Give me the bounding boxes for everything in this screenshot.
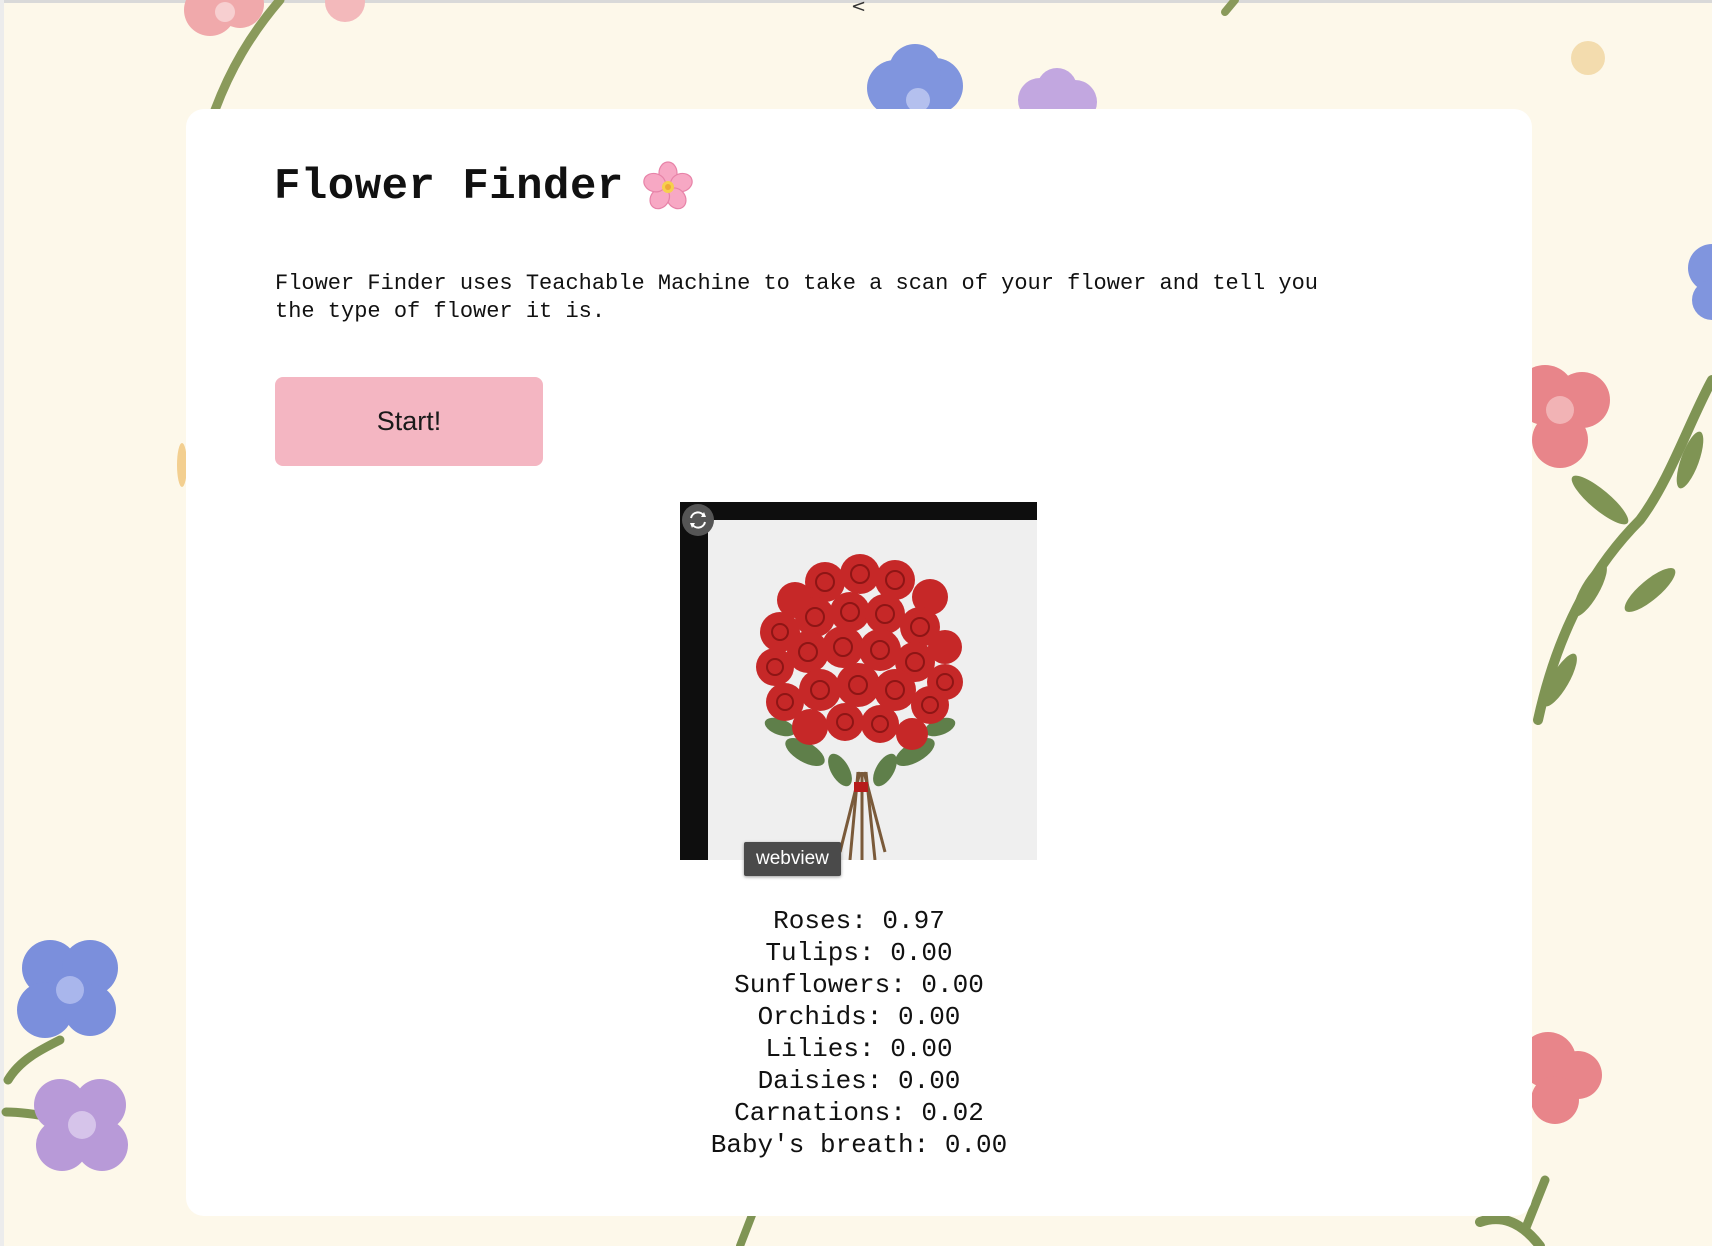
prediction-label: Roses [773,906,852,936]
prediction-row: Carnations: 0.02 [734,1098,984,1128]
stem-decoration [3,1035,65,1085]
prediction-label: Tulips [765,938,859,968]
blue-flower-decoration [1688,244,1712,320]
webview-tag: webview [744,842,841,876]
prediction-row: Tulips: 0.00 [765,938,953,968]
title-text: Flower Finder [274,162,624,212]
prediction-row: Lilies: 0.00 [765,1034,953,1064]
prediction-label: Baby's breath [710,1130,914,1160]
app-description: Flower Finder uses Teachable Machine to … [275,271,1318,324]
stem-decoration [1221,0,1239,16]
prediction-value: 0.00 [921,970,984,1000]
prediction-value: 0.00 [890,1034,953,1064]
prediction-value: 0.02 [921,1098,984,1128]
stem-decoration [736,1211,756,1246]
prediction-label: Daisies [757,1066,867,1096]
main-card: Flower Finder Flower Finder uses Teachab… [186,109,1532,1216]
camera-switch-icon[interactable] [680,502,716,538]
pink-flower-decoration [1520,1032,1602,1124]
prediction-row: Roses: 0.97 [773,906,945,936]
leaf-decoration [1624,568,1676,612]
back-chevron-icon[interactable]: < [851,0,866,17]
pink-flower-decoration [325,0,365,22]
webcam-preview: webview [680,502,1037,876]
prediction-row: Sunflowers: 0.00 [734,970,984,1000]
prediction-label: Sunflowers [734,970,891,1000]
rose-bouquet-image [756,554,963,860]
purple-flower-decoration [34,1079,128,1171]
prediction-row: Daisies: 0.00 [757,1066,961,1096]
prediction-row: Orchids: 0.00 [757,1002,961,1032]
start-button[interactable]: Start! [275,377,543,466]
leaf-decoration [1571,475,1629,525]
prediction-label: Orchids [757,1002,867,1032]
blue-flower-decoration [17,940,118,1038]
prediction-results: Roses: 0.97 Tulips: 0.00 Sunflowers: 0.0… [186,905,1532,1161]
prediction-value: 0.00 [898,1002,961,1032]
prediction-value: 0.00 [890,938,953,968]
prediction-label: Carnations [734,1098,891,1128]
yellow-dot-decoration [1571,41,1605,75]
prediction-value: 0.00 [898,1066,961,1096]
leaf-decoration [1573,563,1607,617]
page-title: Flower Finder [274,161,694,213]
blue-flower-decoration [867,44,963,116]
prediction-value: 0.00 [944,1130,1008,1160]
cherry-blossom-icon [643,161,693,210]
prediction-row: Baby's breath: 0.00 [710,1130,1008,1160]
prediction-value: 0.97 [882,906,945,936]
prediction-label: Lilies [765,1034,859,1064]
